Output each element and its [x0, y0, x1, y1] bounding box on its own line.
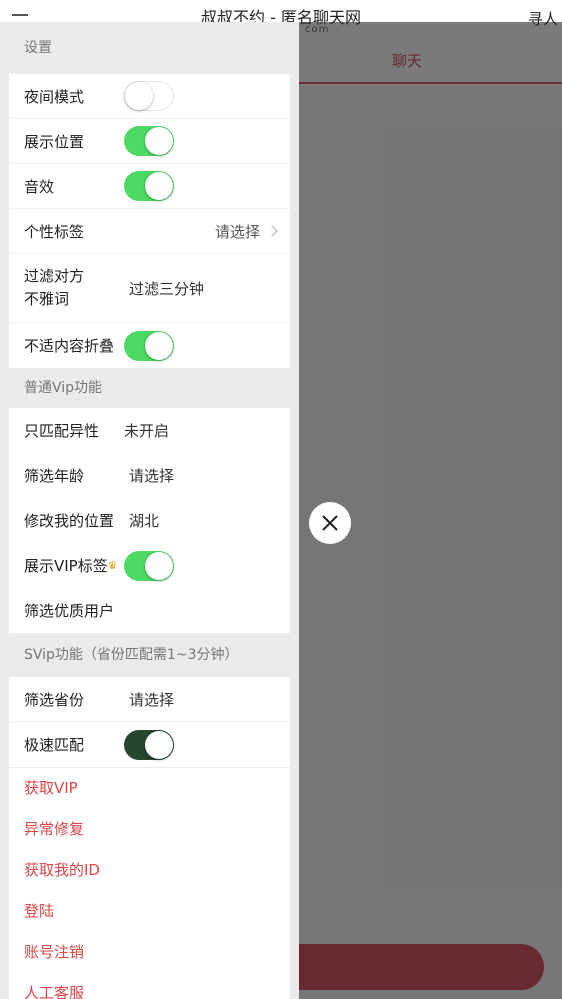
row-filter-words[interactable]: 过滤对方 不雅词 过滤三分钟 [9, 254, 290, 323]
fast-match-toggle[interactable] [124, 729, 174, 760]
close-icon [322, 515, 338, 531]
filter-age-value[interactable]: 请选择 [129, 465, 174, 486]
sound-label: 音效 [24, 177, 55, 196]
section-title-svip: SVip功能（省份匹配需1~3分钟） [24, 647, 239, 663]
row-match-opposite[interactable]: 只匹配异性 未开启 [9, 408, 290, 453]
link-delete-account[interactable]: 账号注销 [24, 932, 290, 973]
filter-age-label: 筛选年龄 [24, 467, 85, 485]
show-vip-tag-label: 展示VIP标签 [24, 557, 108, 575]
chevron-right-icon [266, 225, 278, 237]
personal-tag-value: 请选择 [214, 222, 260, 241]
filter-words-label: 过滤对方 不雅词 [24, 265, 84, 311]
edit-location-label: 修改我的位置 [24, 512, 115, 530]
row-filter-province[interactable]: 筛选省份 请选择 [9, 677, 290, 722]
link-get-my-id[interactable]: 获取我的ID [24, 850, 290, 891]
row-edit-location[interactable]: 修改我的位置 湖北 [9, 498, 290, 543]
night-mode-toggle[interactable] [124, 81, 174, 111]
fast-match-label: 极速匹配 [24, 736, 85, 754]
filter-province-label: 筛选省份 [24, 690, 85, 709]
filter-words-label-line1: 过滤对方 [24, 267, 85, 285]
vip-group: 只匹配异性 未开启 筛选年龄 请选择 修改我的位置 湖北 展示VIP标签 ♛ 筛… [9, 408, 290, 633]
section-title-settings: 设置 [24, 40, 52, 56]
section-title-vip: 普通Vip功能 [24, 380, 103, 396]
close-drawer-button[interactable] [309, 502, 351, 544]
row-filter-age[interactable]: 筛选年龄 请选择 [9, 453, 290, 498]
row-sound: 音效 [9, 164, 290, 209]
match-opposite-label: 只匹配异性 [24, 422, 100, 440]
drawer-links: 获取VIP 异常修复 获取我的ID 登陆 账号注销 人工客服 [9, 768, 290, 999]
link-customer-service[interactable]: 人工客服 [24, 973, 290, 999]
row-fold-content: 不适内容折叠 [9, 323, 290, 368]
show-location-toggle[interactable] [124, 126, 174, 156]
show-vip-tag-toggle[interactable] [124, 550, 174, 581]
settings-group: 夜间模式 展示位置 音效 个性标签 请选择 过滤对方 不雅词 过滤三分钟 不适内… [9, 74, 290, 368]
fold-content-label: 不适内容折叠 [24, 337, 115, 355]
personal-tag-select[interactable]: 请选择 [214, 221, 278, 242]
sound-toggle[interactable] [124, 171, 174, 201]
show-location-label: 展示位置 [24, 132, 85, 151]
edit-location-value[interactable]: 湖北 [129, 510, 159, 531]
link-login[interactable]: 登陆 [24, 891, 290, 932]
link-repair[interactable]: 异常修复 [24, 809, 290, 850]
row-filter-quality[interactable]: 筛选优质用户 [9, 588, 290, 633]
fold-content-toggle[interactable] [124, 330, 174, 361]
personal-tag-label: 个性标签 [24, 222, 85, 241]
match-opposite-value[interactable]: 未开启 [124, 420, 169, 441]
row-personal-tag[interactable]: 个性标签 请选择 [9, 209, 290, 254]
filter-province-value[interactable]: 请选择 [129, 689, 174, 710]
filter-words-value[interactable]: 过滤三分钟 [129, 278, 204, 299]
row-show-vip-tag: 展示VIP标签 ♛ [9, 543, 290, 588]
link-get-vip[interactable]: 获取VIP [24, 768, 290, 809]
row-show-location: 展示位置 [9, 119, 290, 164]
settings-drawer: 设置 夜间模式 展示位置 音效 个性标签 请选择 过滤对方 不雅词 过滤三分钟 [0, 22, 299, 999]
filter-quality-label: 筛选优质用户 [24, 602, 115, 620]
row-fast-match: 极速匹配 [9, 722, 290, 767]
filter-words-label-line2: 不雅词 [24, 290, 70, 308]
svip-group: 筛选省份 请选择 极速匹配 [9, 677, 290, 767]
row-night-mode: 夜间模式 [9, 74, 290, 119]
night-mode-label: 夜间模式 [24, 87, 85, 106]
crown-icon: ♛ [107, 559, 118, 572]
